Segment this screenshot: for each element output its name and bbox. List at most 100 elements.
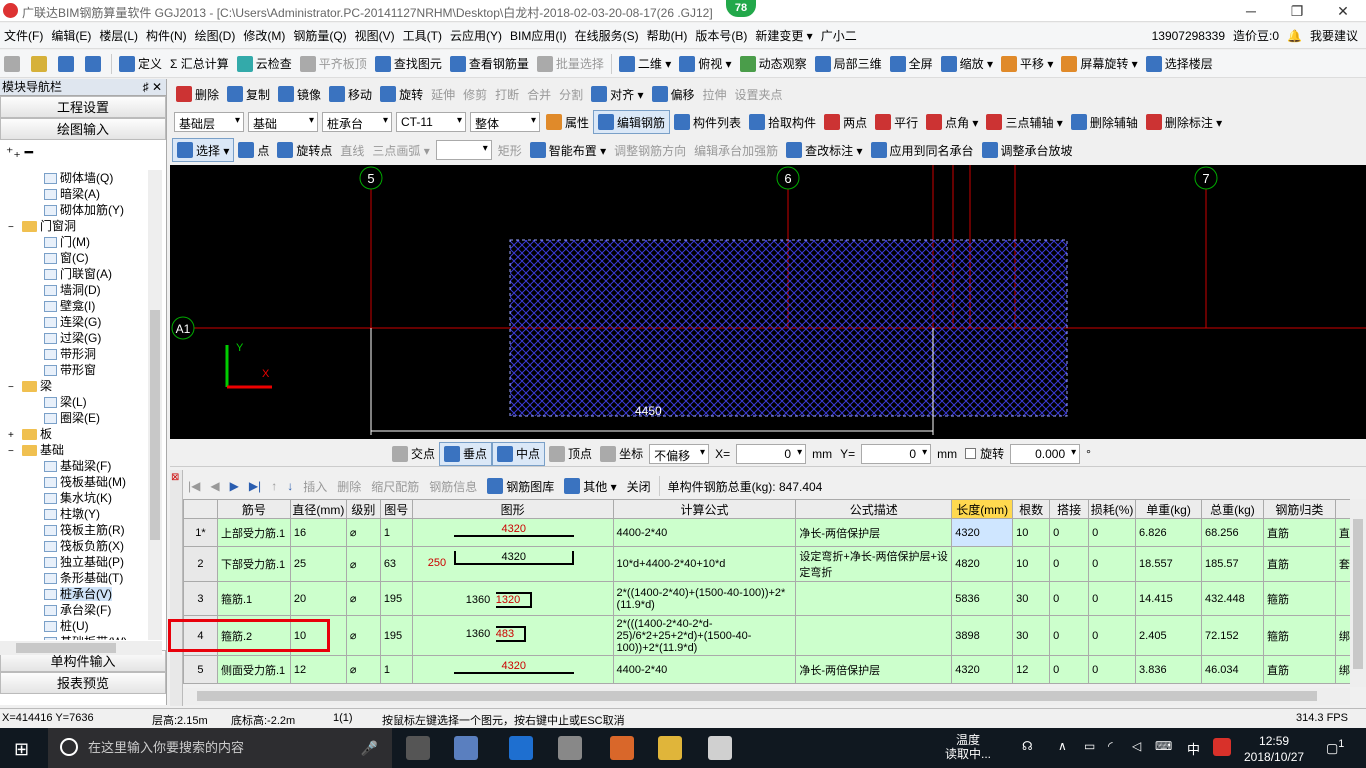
suggest-button[interactable]: 我要建议 xyxy=(1306,23,1362,49)
next-record-icon[interactable]: ▶ xyxy=(225,479,244,493)
tree-item[interactable]: 条形基础(T) xyxy=(0,570,148,586)
table-row[interactable]: 5 侧面受力筋.1 12 ⌀ 1 4320 4400-2*40 净长-两倍保护层 4320 12 0… xyxy=(183,655,1366,684)
unit-weight-cell[interactable]: 18.557 xyxy=(1135,546,1202,582)
tree-item[interactable]: − 梁 xyxy=(0,378,148,394)
local-3d-button[interactable]: 局部三维 xyxy=(811,52,886,76)
menu-draw[interactable]: 绘图(D) xyxy=(191,23,240,49)
bar-no-cell[interactable]: 下部受力筋.1 xyxy=(216,546,291,582)
trim-button[interactable]: 修剪 xyxy=(459,82,491,106)
undo-icon[interactable] xyxy=(81,52,108,76)
score-badge[interactable]: 78 xyxy=(726,0,756,17)
diameter-cell[interactable]: 16 xyxy=(289,518,347,547)
sum-calc-button[interactable]: Σ 汇总计算 xyxy=(166,52,233,76)
table-row[interactable]: 3 箍筋.1 20 ⌀ 195 1360 1320 2*((1400-2*40)+(1500-… xyxy=(183,581,1366,616)
unit-weight-cell[interactable]: 2.405 xyxy=(1135,615,1202,656)
loss-cell[interactable]: 0 xyxy=(1088,615,1137,656)
task-view-icon[interactable] xyxy=(406,736,430,760)
merge-button[interactable]: 合并 xyxy=(523,82,555,106)
expand-collapse-icons[interactable]: ⁺₊ ━ xyxy=(0,140,166,164)
loss-cell[interactable]: 0 xyxy=(1088,546,1137,582)
rebar-info-button[interactable]: 钢筋信息 xyxy=(424,478,482,495)
tree-item[interactable]: 基础梁(F) xyxy=(0,458,148,474)
loss-cell[interactable]: 0 xyxy=(1088,655,1137,684)
category-cell[interactable]: 直筋 xyxy=(1262,518,1336,547)
tree-item[interactable]: 筏板负筋(X) xyxy=(0,538,148,554)
y-input[interactable]: 0 xyxy=(861,443,932,464)
bar-no-cell[interactable]: 侧面受力筋.1 xyxy=(216,655,291,684)
delete-axis-button[interactable]: 删除辅轴 xyxy=(1067,110,1142,134)
row-index[interactable]: 2 xyxy=(183,546,218,582)
grade-cell[interactable]: ⌀ xyxy=(345,546,381,582)
total-weight-cell[interactable]: 185.57 xyxy=(1201,546,1264,582)
menu-cloud[interactable]: 云应用(Y) xyxy=(446,23,506,49)
x-input[interactable]: 0 xyxy=(736,443,807,464)
count-cell[interactable]: 10 xyxy=(1012,546,1051,582)
tree-item[interactable]: 连梁(G) xyxy=(0,314,148,330)
component-select[interactable]: CT-11 xyxy=(396,112,466,132)
diameter-cell[interactable]: 12 xyxy=(289,655,347,684)
split-button[interactable]: 分割 xyxy=(555,82,587,106)
move-button[interactable]: 移动 xyxy=(325,82,376,106)
delete-label-dropdown[interactable]: 删除标注 ▾ xyxy=(1142,110,1226,134)
formula-desc-cell[interactable] xyxy=(795,615,953,656)
menu-file[interactable]: 文件(F) xyxy=(0,23,47,49)
bar-no-cell[interactable]: 箍筋.1 xyxy=(216,581,291,616)
type-select[interactable]: 桩承台 xyxy=(322,112,392,132)
menu-floor[interactable]: 楼层(L) xyxy=(95,23,142,49)
grade-cell[interactable]: ⌀ xyxy=(345,518,381,547)
ie-browser-icon[interactable] xyxy=(509,736,533,760)
wifi-icon[interactable]: ◜ xyxy=(1108,739,1113,753)
loss-cell[interactable]: 0 xyxy=(1088,518,1137,547)
category-cell[interactable]: 箍筋 xyxy=(1262,581,1336,616)
rebar-library-button[interactable]: 钢筋图库 xyxy=(482,478,559,495)
ime-indicator[interactable]: 中 xyxy=(1187,739,1200,758)
tree-item[interactable]: 带形洞 xyxy=(0,346,148,362)
cloud-check-button[interactable]: 云检查 xyxy=(233,52,296,76)
bell-icon[interactable]: 🔔 xyxy=(1283,23,1306,49)
rotate-button[interactable]: 旋转 xyxy=(376,82,427,106)
arc-option-select[interactable] xyxy=(435,140,492,160)
tree-item[interactable]: 筏板主筋(R) xyxy=(0,522,148,538)
insert-row-button[interactable]: 插入 xyxy=(298,478,332,495)
rotate-point-button[interactable]: 旋转点 xyxy=(273,138,336,162)
tree-item[interactable]: + 板 xyxy=(0,426,148,442)
col-formula[interactable]: 计算公式 xyxy=(612,499,797,519)
snap-vertex[interactable]: 顶点 xyxy=(545,442,596,466)
break-button[interactable]: 打断 xyxy=(491,82,523,106)
move-down-icon[interactable]: ↓ xyxy=(282,479,298,493)
col-formula-desc[interactable]: 公式描述 xyxy=(795,499,953,519)
apply-same-cap-button[interactable]: 应用到同名承台 xyxy=(867,138,978,162)
col-loss[interactable]: 损耗(%) xyxy=(1088,499,1137,519)
col-shape[interactable]: 图形 xyxy=(411,499,614,519)
snap-perpendicular[interactable]: 垂点 xyxy=(439,441,493,466)
tree-item[interactable]: 砌体加筋(Y) xyxy=(0,202,148,218)
diameter-cell[interactable]: 20 xyxy=(289,581,347,616)
three-point-arc-dropdown[interactable]: 三点画弧 ▾ xyxy=(368,138,433,162)
drawing-canvas[interactable]: 5 6 7 A1 4450 Y X xyxy=(170,165,1366,439)
unit-weight-cell[interactable]: 3.836 xyxy=(1135,655,1202,684)
formula-cell[interactable]: 2*((1400-2*40)+(1500-40-100))+2*(11.9*d) xyxy=(612,581,797,616)
menu-help[interactable]: 帮助(H) xyxy=(643,23,692,49)
table-vscrollbar[interactable] xyxy=(1350,499,1366,687)
shape-cell[interactable]: 1360 483 xyxy=(411,615,614,656)
move-up-icon[interactable]: ↑ xyxy=(266,479,282,493)
view-2d-dropdown[interactable]: 二维 ▾ xyxy=(615,52,675,76)
restore-button[interactable]: ❐ xyxy=(1274,0,1320,22)
formula-cell[interactable]: 2*(((1400-2*40-2*d-25)/6*2+25+2*d)+(1500… xyxy=(612,615,797,656)
total-weight-cell[interactable]: 46.034 xyxy=(1201,655,1264,684)
select-floor-button[interactable]: 选择楼层 xyxy=(1142,52,1217,76)
two-point-button[interactable]: 两点 xyxy=(820,110,871,134)
grade-cell[interactable]: ⌀ xyxy=(345,655,381,684)
align-dropdown[interactable]: 对齐 ▾ xyxy=(587,82,647,106)
offset-button[interactable]: 偏移 xyxy=(648,82,699,106)
menu-view[interactable]: 视图(V) xyxy=(351,23,399,49)
loss-cell[interactable]: 0 xyxy=(1088,581,1137,616)
tree-item[interactable]: 暗梁(A) xyxy=(0,186,148,202)
category-cell[interactable]: 直筋 xyxy=(1262,655,1336,684)
tree-item[interactable]: 承台梁(F) xyxy=(0,602,148,618)
glodon-app-icon[interactable] xyxy=(708,736,732,760)
new-file-icon[interactable] xyxy=(0,52,27,76)
row-index[interactable]: 1* xyxy=(183,518,218,547)
pdf-app-icon[interactable] xyxy=(610,736,634,760)
scale-rebar-button[interactable]: 缩尺配筋 xyxy=(366,478,424,495)
